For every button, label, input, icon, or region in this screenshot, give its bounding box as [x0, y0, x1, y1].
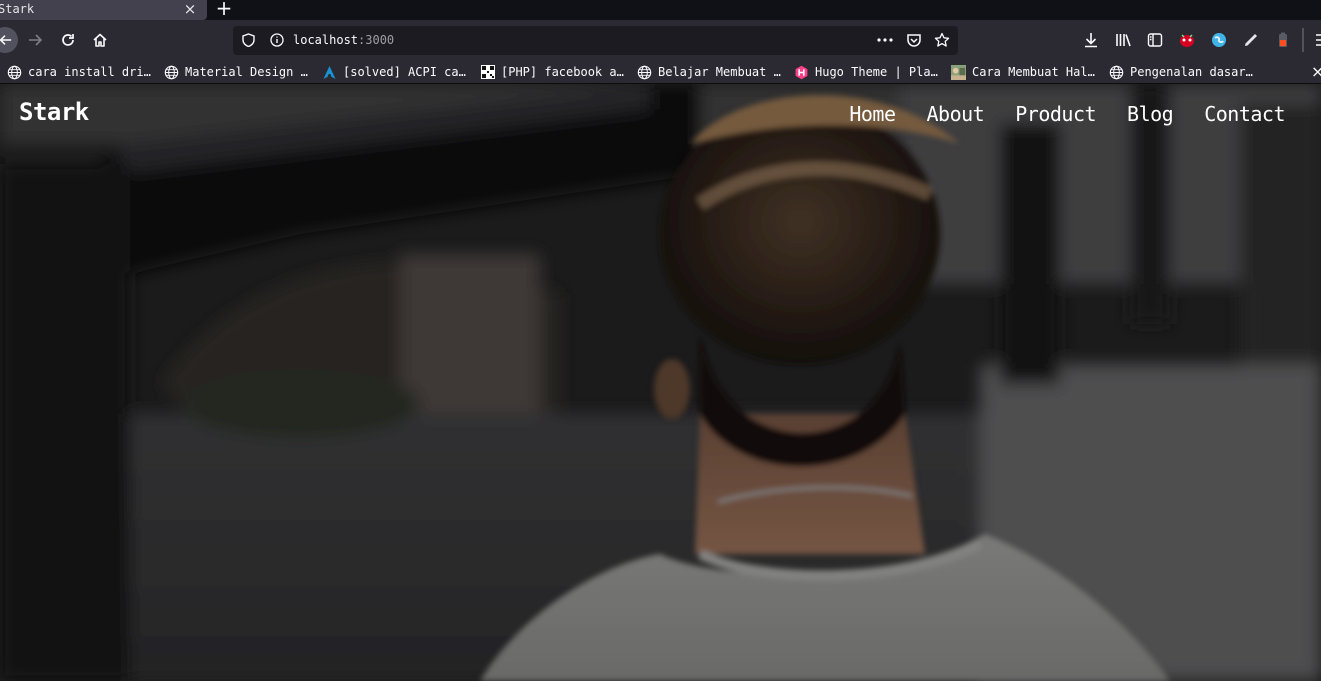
bookmark-star-icon[interactable]	[934, 32, 950, 48]
tab-strip: Stark × +	[0, 0, 1321, 20]
page-actions-icon[interactable]	[877, 32, 893, 48]
bookmark-item[interactable]: Pengenalan dasar…	[1109, 64, 1253, 80]
tab-close-button[interactable]: ×	[183, 0, 197, 18]
globe-icon	[7, 65, 22, 80]
nav-link-about[interactable]: About	[927, 102, 985, 126]
sidebar-icon[interactable]	[1146, 31, 1164, 49]
arrow-right-icon	[29, 34, 43, 46]
extension-red-icon[interactable]	[1178, 31, 1196, 49]
nav-link-contact[interactable]: Contact	[1204, 102, 1285, 126]
bookmark-label: Hugo Theme | Pla…	[815, 65, 938, 79]
site-header: Stark Home About Product Blog Contact	[0, 84, 1321, 146]
nav-link-product[interactable]: Product	[1015, 102, 1096, 126]
url-port: :3000	[358, 33, 395, 47]
site-nav: Home About Product Blog Contact	[849, 102, 1285, 126]
bookmark-item[interactable]: [PHP] facebook a…	[480, 64, 624, 80]
arrow-left-icon	[0, 35, 12, 45]
page-viewport: Stark Home About Product Blog Contact	[0, 84, 1321, 681]
bookmark-item[interactable]: [solved] ACPI ca…	[322, 64, 466, 80]
hero-background-image	[0, 84, 1321, 681]
more-bookmarks-button[interactable]: ×	[1311, 62, 1321, 81]
tracking-shield-icon[interactable]	[240, 32, 256, 48]
bookmark-item[interactable]: Cara Membuat Hal…	[951, 64, 1095, 80]
globe-icon	[164, 65, 179, 80]
site-info-icon[interactable]	[269, 32, 285, 48]
bookmark-label: [PHP] facebook a…	[501, 65, 624, 79]
bookmark-item[interactable]: Hugo Theme | Pla…	[794, 64, 938, 80]
navigation-toolbar: localhost:3000	[0, 20, 1321, 60]
url-host: localhost	[293, 33, 359, 47]
extension-battery-icon[interactable]	[1274, 31, 1292, 49]
tab-title: Stark	[0, 2, 35, 16]
photo-favicon-icon	[951, 64, 966, 80]
bookmark-label: [solved] ACPI ca…	[343, 65, 466, 79]
reload-button[interactable]	[55, 27, 81, 53]
url-bar[interactable]: localhost:3000	[233, 26, 958, 55]
download-icon[interactable]	[1082, 31, 1100, 49]
bookmark-label: cara install dri…	[28, 65, 151, 79]
bookmark-item[interactable]: cara install dri…	[7, 64, 151, 80]
pocket-icon[interactable]	[906, 32, 922, 48]
extension-globe-icon[interactable]	[1210, 31, 1228, 49]
globe-icon	[1109, 65, 1124, 80]
forward-button[interactable]	[23, 27, 49, 53]
extension-pen-icon[interactable]	[1242, 31, 1260, 49]
nav-link-blog[interactable]: Blog	[1127, 102, 1174, 126]
library-icon[interactable]	[1114, 31, 1132, 49]
bookmarks-toolbar: cara install dri… Material Design … [sol…	[0, 60, 1321, 84]
globe-icon	[637, 65, 652, 80]
bookmark-label: Material Design …	[185, 65, 308, 79]
reload-icon	[62, 34, 74, 46]
toolbar-separator	[1302, 28, 1304, 52]
active-tab[interactable]: Stark ×	[0, 0, 207, 20]
home-button[interactable]	[87, 27, 113, 53]
nav-link-home[interactable]: Home	[849, 102, 896, 126]
url-text[interactable]: localhost:3000	[293, 33, 394, 47]
arch-linux-icon	[322, 65, 337, 80]
bookmark-item[interactable]: Material Design …	[164, 64, 308, 80]
bookmark-label: Cara Membuat Hal…	[972, 65, 1095, 79]
bookmark-label: Pengenalan dasar…	[1130, 65, 1253, 79]
bookmark-label: Belajar Membuat …	[658, 65, 781, 79]
new-tab-button[interactable]: +	[214, 0, 234, 18]
bookmark-item[interactable]: Belajar Membuat …	[637, 64, 781, 80]
menu-icon[interactable]	[1313, 31, 1321, 49]
qr-favicon-icon	[480, 65, 495, 80]
site-brand-logo[interactable]: Stark	[19, 98, 89, 126]
home-icon	[93, 33, 107, 47]
hugo-icon	[794, 65, 809, 80]
back-button[interactable]	[0, 27, 18, 53]
